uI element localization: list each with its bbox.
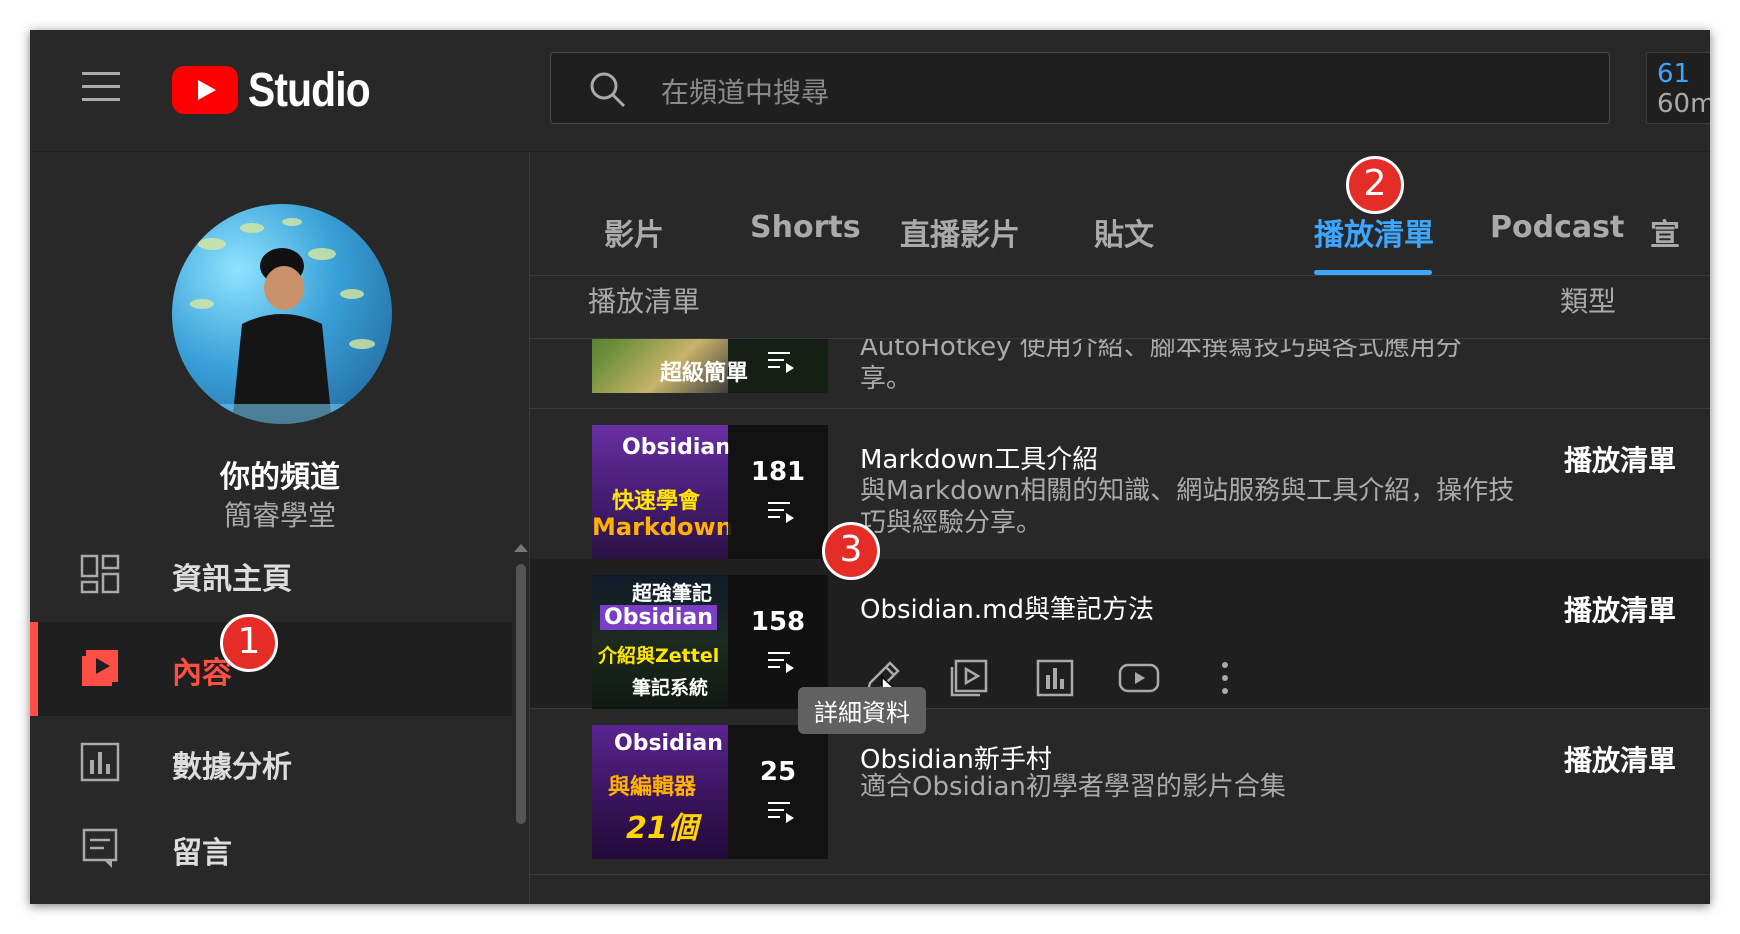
sidebar-scrollbar[interactable] [516, 564, 526, 824]
video-count: 25 [759, 757, 797, 787]
sidebar-item-label: 數據分析 [172, 750, 292, 785]
logo-text: Studio [248, 63, 371, 117]
youtube-studio-logo[interactable]: Studio [172, 60, 391, 120]
playlist-description: AutoHotkey 使用介紹、腳本撰寫技巧與各式應用分 享。 [860, 338, 1520, 395]
table-row[interactable]: 超強筆記 Obsidian 介紹與Zettel 筆記系統 158 Obsidia… [530, 559, 1710, 709]
details-tooltip: 詳細資料 [798, 687, 926, 734]
realtime-count: 61 [1657, 59, 1691, 89]
step-badge-3: 3 [822, 522, 880, 580]
search-input[interactable]: 在頻道中搜尋 [661, 71, 829, 111]
playlist-thumbnail[interactable]: Obsidian 快速學會 Markdown 181 [592, 425, 828, 559]
tab-posts[interactable]: 貼文 [1094, 210, 1154, 254]
sidebar-item-analytics[interactable]: 數據分析 [30, 716, 512, 810]
playlist-title[interactable]: Markdown工具介紹 [860, 439, 1098, 476]
tab-podcast[interactable]: Podcast [1490, 210, 1624, 245]
playlist-thumbnail[interactable]: 超強筆記 Obsidian 介紹與Zettel 筆記系統 158 [592, 575, 828, 709]
search-icon [590, 72, 626, 108]
video-count: 158 [750, 607, 806, 637]
playlist-table: 超級簡單 AutoHotkey 使用介紹、腳本撰寫技巧與各式應用分 享。 Obs… [530, 338, 1710, 904]
tab-videos[interactable]: 影片 [604, 210, 664, 254]
playlist-icon [768, 502, 794, 523]
scroll-up-arrow[interactable] [514, 544, 528, 552]
thumbnail-caption: 21個 [626, 811, 698, 846]
content-tabs: 影片 Shorts 直播影片 貼文 播放清單 Podcast 宣 [530, 152, 1710, 276]
avatar-image [172, 218, 392, 424]
realtime-period: 60m [1657, 89, 1710, 119]
thumbnail-caption: Obsidian [622, 435, 731, 460]
thumbnail-caption: 快速學會 [612, 489, 701, 514]
table-row[interactable]: Obsidian 與編輯器 21個 25 Obsidian新手村 適合Obsid… [530, 709, 1710, 875]
step-badge-2: 2 [1346, 156, 1404, 214]
playlist-thumbnail[interactable]: 超級簡單 [592, 339, 828, 393]
sidebar-item-dashboard[interactable]: 資訊主頁 [30, 528, 512, 622]
sidebar-item-label: 留言 [172, 836, 232, 871]
thumbnail-caption: 與編輯器 [608, 775, 697, 800]
youtube-logo-icon [172, 66, 238, 114]
playlist-type: 播放清單 [1564, 744, 1677, 777]
top-bar: Studio 在頻道中搜尋 61 60m [30, 30, 1710, 152]
tab-playlists[interactable]: 播放清單 [1314, 210, 1434, 254]
column-header-type[interactable]: 類型 [1560, 280, 1616, 320]
description-line: 享。 [860, 364, 913, 394]
tab-shorts[interactable]: Shorts [750, 210, 861, 245]
channel-title: 你的頻道 [220, 460, 340, 495]
main-content: 影片 Shorts 直播影片 貼文 播放清單 Podcast 宣 2 播放清單 … [530, 152, 1710, 904]
description-line: AutoHotkey 使用介紹、腳本撰寫技巧與各式應用分 [860, 338, 1462, 362]
content-icon [82, 650, 118, 686]
active-tab-indicator [1314, 270, 1432, 275]
playlist-icon [768, 352, 794, 373]
thumbnail-caption: 超強筆記 [632, 581, 712, 605]
playlist-title[interactable]: Obsidian.md與筆記方法 [860, 589, 1154, 626]
sidebar-item-comments[interactable]: 留言 [30, 802, 512, 896]
thumbnail-caption: 介紹與Zettel [598, 645, 720, 667]
studio-window: Studio 在頻道中搜尋 61 60m 你的頻道 簡睿學堂 資訊主頁 內容 數… [30, 30, 1710, 904]
tab-live[interactable]: 直播影片 [900, 210, 1020, 254]
playlist-thumbnail[interactable]: Obsidian 與編輯器 21個 25 [592, 725, 828, 859]
playlist-description: 適合Obsidian初學者學習的影片合集 [860, 772, 1286, 802]
playlist-icon [768, 802, 794, 823]
comments-icon [82, 828, 118, 868]
play-all-icon[interactable] [946, 655, 992, 701]
table-row[interactable]: Obsidian 快速學會 Markdown 181 Markdown工具介紹 … [530, 409, 1710, 575]
video-count: 181 [750, 457, 806, 487]
analytics-icon[interactable] [1032, 655, 1078, 701]
step-badge-1: 1 [220, 614, 278, 672]
search-box[interactable]: 在頻道中搜尋 [550, 52, 1610, 124]
sidebar-item-label: 資訊主頁 [172, 562, 292, 597]
playlist-icon [768, 652, 794, 673]
dashboard-icon [80, 554, 120, 594]
playlist-description: 與Markdown相關的知識、網站服務與工具介紹，操作技巧與經驗分享。 [860, 476, 1515, 538]
playlist-type: 播放清單 [1564, 594, 1677, 627]
table-row[interactable]: 超級簡單 AutoHotkey 使用介紹、腳本撰寫技巧與各式應用分 享。 [530, 338, 1710, 409]
thumbnail-caption: Obsidian [600, 605, 717, 630]
channel-avatar[interactable] [172, 204, 392, 424]
playlist-type: 播放清單 [1564, 444, 1677, 477]
thumbnail-caption: Obsidian [614, 731, 723, 756]
analytics-icon [80, 742, 120, 782]
thumbnail-caption: 筆記系統 [632, 677, 709, 699]
sidebar: 你的頻道 簡睿學堂 資訊主頁 內容 數據分析 留言 1 [30, 152, 530, 904]
thumbnail-caption: Markdown [592, 513, 733, 541]
column-header-playlist[interactable]: 播放清單 [588, 280, 700, 320]
menu-icon[interactable] [82, 72, 122, 102]
youtube-view-icon[interactable] [1116, 655, 1162, 701]
realtime-widget[interactable]: 61 60m [1646, 52, 1710, 124]
thumbnail-caption: 超級簡單 [660, 361, 749, 386]
more-options-icon[interactable] [1202, 655, 1248, 701]
tab-promotions[interactable]: 宣 [1650, 210, 1680, 254]
